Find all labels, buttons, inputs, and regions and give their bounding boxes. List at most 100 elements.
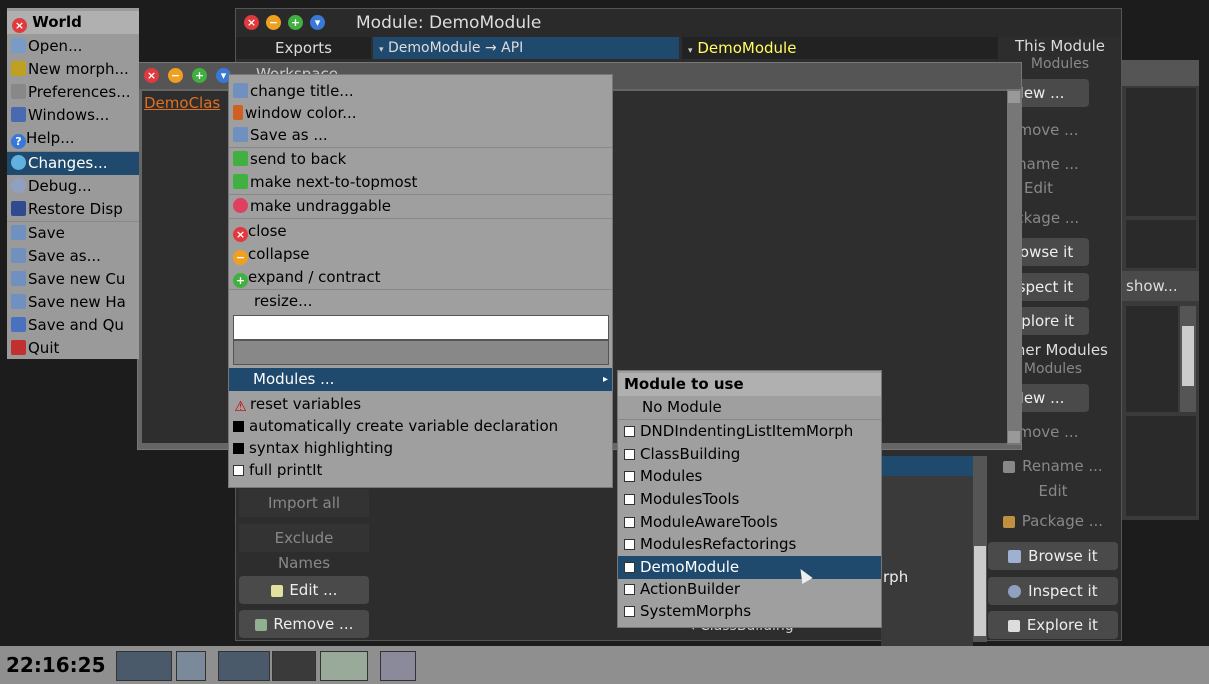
background-scrollbar[interactable] (1180, 306, 1196, 412)
module-window-titlebar[interactable]: × − + ▾ Module: DemoModule (236, 9, 1121, 37)
background-pane-4[interactable] (1126, 416, 1196, 516)
menu-item-change-title[interactable]: change title... (229, 80, 612, 103)
expand-icon[interactable]: + (288, 15, 303, 30)
background-window-titlebar[interactable] (1122, 60, 1199, 86)
menu-item-make-next-to-topmost[interactable]: make next-to-topmost (229, 171, 612, 194)
menu-item-collapse[interactable]: − collapse (229, 243, 612, 266)
menu-item-module[interactable]: ClassBuilding (618, 443, 881, 466)
show-button[interactable]: show... (1122, 271, 1199, 301)
menu-item-module[interactable]: ModulesRefactorings (618, 533, 881, 556)
workspace-link[interactable]: DemoClas (144, 94, 220, 112)
menu-item-full-printit[interactable]: full printIt (229, 459, 612, 482)
menu-item-auto-declare[interactable]: automatically create variable declaratio… (229, 415, 612, 438)
menu-item-module[interactable]: ActionBuilder (618, 578, 881, 601)
edit-names-button[interactable]: Edit ... (239, 576, 369, 604)
browse-it-button-2[interactable]: Browse it (988, 542, 1118, 570)
checkbox-icon[interactable] (624, 494, 635, 505)
selected-module-header[interactable]: ▾ DemoModule (682, 37, 998, 59)
menu-item-save-new-ha[interactable]: Save new Ha (7, 291, 139, 314)
menu-item-send-to-back[interactable]: send to back (229, 148, 612, 171)
menu-item-no-module[interactable]: No Module (618, 396, 881, 419)
edit-button-2[interactable]: Edit (988, 482, 1118, 500)
collapse-icon[interactable]: − (168, 68, 183, 83)
menu-item-windows[interactable]: Windows... (7, 104, 139, 127)
taskbar-thumbnail[interactable] (272, 651, 316, 681)
menu-item-help[interactable]: ? Help... (7, 127, 139, 150)
menu-item-changes[interactable]: Changes... (7, 152, 139, 175)
taskbar-thumbnail[interactable] (380, 651, 416, 681)
checkbox-icon[interactable] (624, 606, 635, 617)
close-icon[interactable]: × (12, 18, 27, 33)
menu-item-close[interactable]: × close (229, 220, 612, 243)
checkbox-icon[interactable] (624, 517, 635, 528)
color-swatch-gray[interactable] (233, 340, 609, 365)
menu-item-save-as[interactable]: Save as ... (229, 124, 612, 147)
menu-item-resize[interactable]: resize... (229, 290, 612, 313)
scrollbar-thumb[interactable] (974, 546, 986, 636)
taskbar-thumbnail[interactable] (218, 651, 270, 681)
background-pane-3[interactable] (1126, 306, 1178, 412)
exports-path[interactable]: ▾ DemoModule → API (373, 37, 679, 59)
menu-item-expand-contract[interactable]: + expand / contract (229, 266, 612, 289)
checkbox-icon[interactable] (624, 471, 635, 482)
checkbox-checked-icon[interactable] (233, 421, 244, 432)
package-button-2[interactable]: Package ... (988, 512, 1118, 530)
inspect-it-button-2[interactable]: Inspect it (988, 577, 1118, 605)
menu-icon[interactable]: ▾ (310, 15, 325, 30)
menu-item-make-undraggable[interactable]: make undraggable (229, 195, 612, 218)
menu-item-new-morph[interactable]: New morph... (7, 58, 139, 81)
taskbar-thumbnail[interactable] (176, 651, 206, 681)
close-icon[interactable]: × (144, 68, 159, 83)
menu-item-save-as[interactable]: Save as... (7, 245, 139, 268)
checkbox-icon[interactable] (624, 562, 635, 573)
color-swatch-white[interactable] (233, 315, 609, 340)
menu-item-label: ModuleAwareTools (640, 513, 778, 531)
menu-item-open[interactable]: Open... (7, 35, 139, 58)
names-list-pane[interactable]: rph ▾ ClassBuilding (691, 456, 973, 646)
workspace-scrollbar[interactable] (1007, 89, 1021, 445)
menu-item-module[interactable]: Modules (618, 465, 881, 488)
checkbox-icon[interactable] (233, 465, 244, 476)
scrollbar[interactable] (973, 456, 987, 642)
expand-icon[interactable]: + (192, 68, 207, 83)
menu-item-reset-variables[interactable]: ⚠ reset variables (229, 393, 612, 416)
checkbox-icon[interactable] (624, 584, 635, 595)
exclude-button[interactable]: Exclude (239, 524, 369, 552)
checkbox-icon[interactable] (624, 426, 635, 437)
menu-item-modules[interactable]: Modules ... ▸ (229, 368, 612, 391)
menu-item-module[interactable]: ModuleAwareTools (618, 511, 881, 534)
menu-item-module-selected[interactable]: DemoModule (618, 556, 881, 579)
taskbar-thumbnail[interactable] (320, 651, 368, 681)
menu-item-quit[interactable]: Quit (7, 337, 139, 359)
close-icon[interactable]: × (244, 15, 259, 30)
menu-item-window-color[interactable]: window color... (229, 102, 612, 125)
menu-item-debug[interactable]: Debug... (7, 175, 139, 198)
scroll-down-icon[interactable] (1008, 431, 1020, 443)
explore-it-button-2[interactable]: Explore it (988, 611, 1118, 639)
scroll-up-icon[interactable] (1008, 91, 1020, 103)
names-list-selected-row[interactable] (881, 456, 973, 476)
menu-item-syntax-highlighting[interactable]: syntax highlighting (229, 437, 612, 460)
background-pane-2[interactable] (1126, 220, 1196, 268)
checkbox-checked-icon[interactable] (233, 443, 244, 454)
menu-item-label: Save and Qu (28, 316, 124, 334)
selected-module-text: DemoModule (697, 39, 797, 57)
taskbar-thumbnail[interactable] (116, 651, 172, 681)
background-pane-1[interactable] (1126, 88, 1196, 216)
menu-item-module[interactable]: ModulesTools (618, 488, 881, 511)
pin-icon (233, 198, 248, 213)
collapse-icon[interactable]: − (266, 15, 281, 30)
rename-button-2[interactable]: Rename ... (988, 457, 1118, 475)
menu-item-module[interactable]: SystemMorphs (618, 600, 881, 623)
checkbox-icon[interactable] (624, 449, 635, 460)
menu-item-module[interactable]: DNDIndentingListItemMorph (618, 420, 881, 443)
menu-item-preferences[interactable]: Preferences... (7, 81, 139, 104)
menu-item-restore-display[interactable]: Restore Disp (7, 198, 139, 221)
checkbox-icon[interactable] (624, 539, 635, 550)
menu-item-save-and-quit[interactable]: Save and Qu (7, 314, 139, 337)
background-scrollbar-thumb[interactable] (1182, 326, 1194, 386)
menu-item-save-new-cu[interactable]: Save new Cu (7, 268, 139, 291)
import-all-button[interactable]: Import all (239, 489, 369, 517)
menu-item-save[interactable]: Save (7, 222, 139, 245)
remove-names-button[interactable]: Remove ... (239, 610, 369, 638)
